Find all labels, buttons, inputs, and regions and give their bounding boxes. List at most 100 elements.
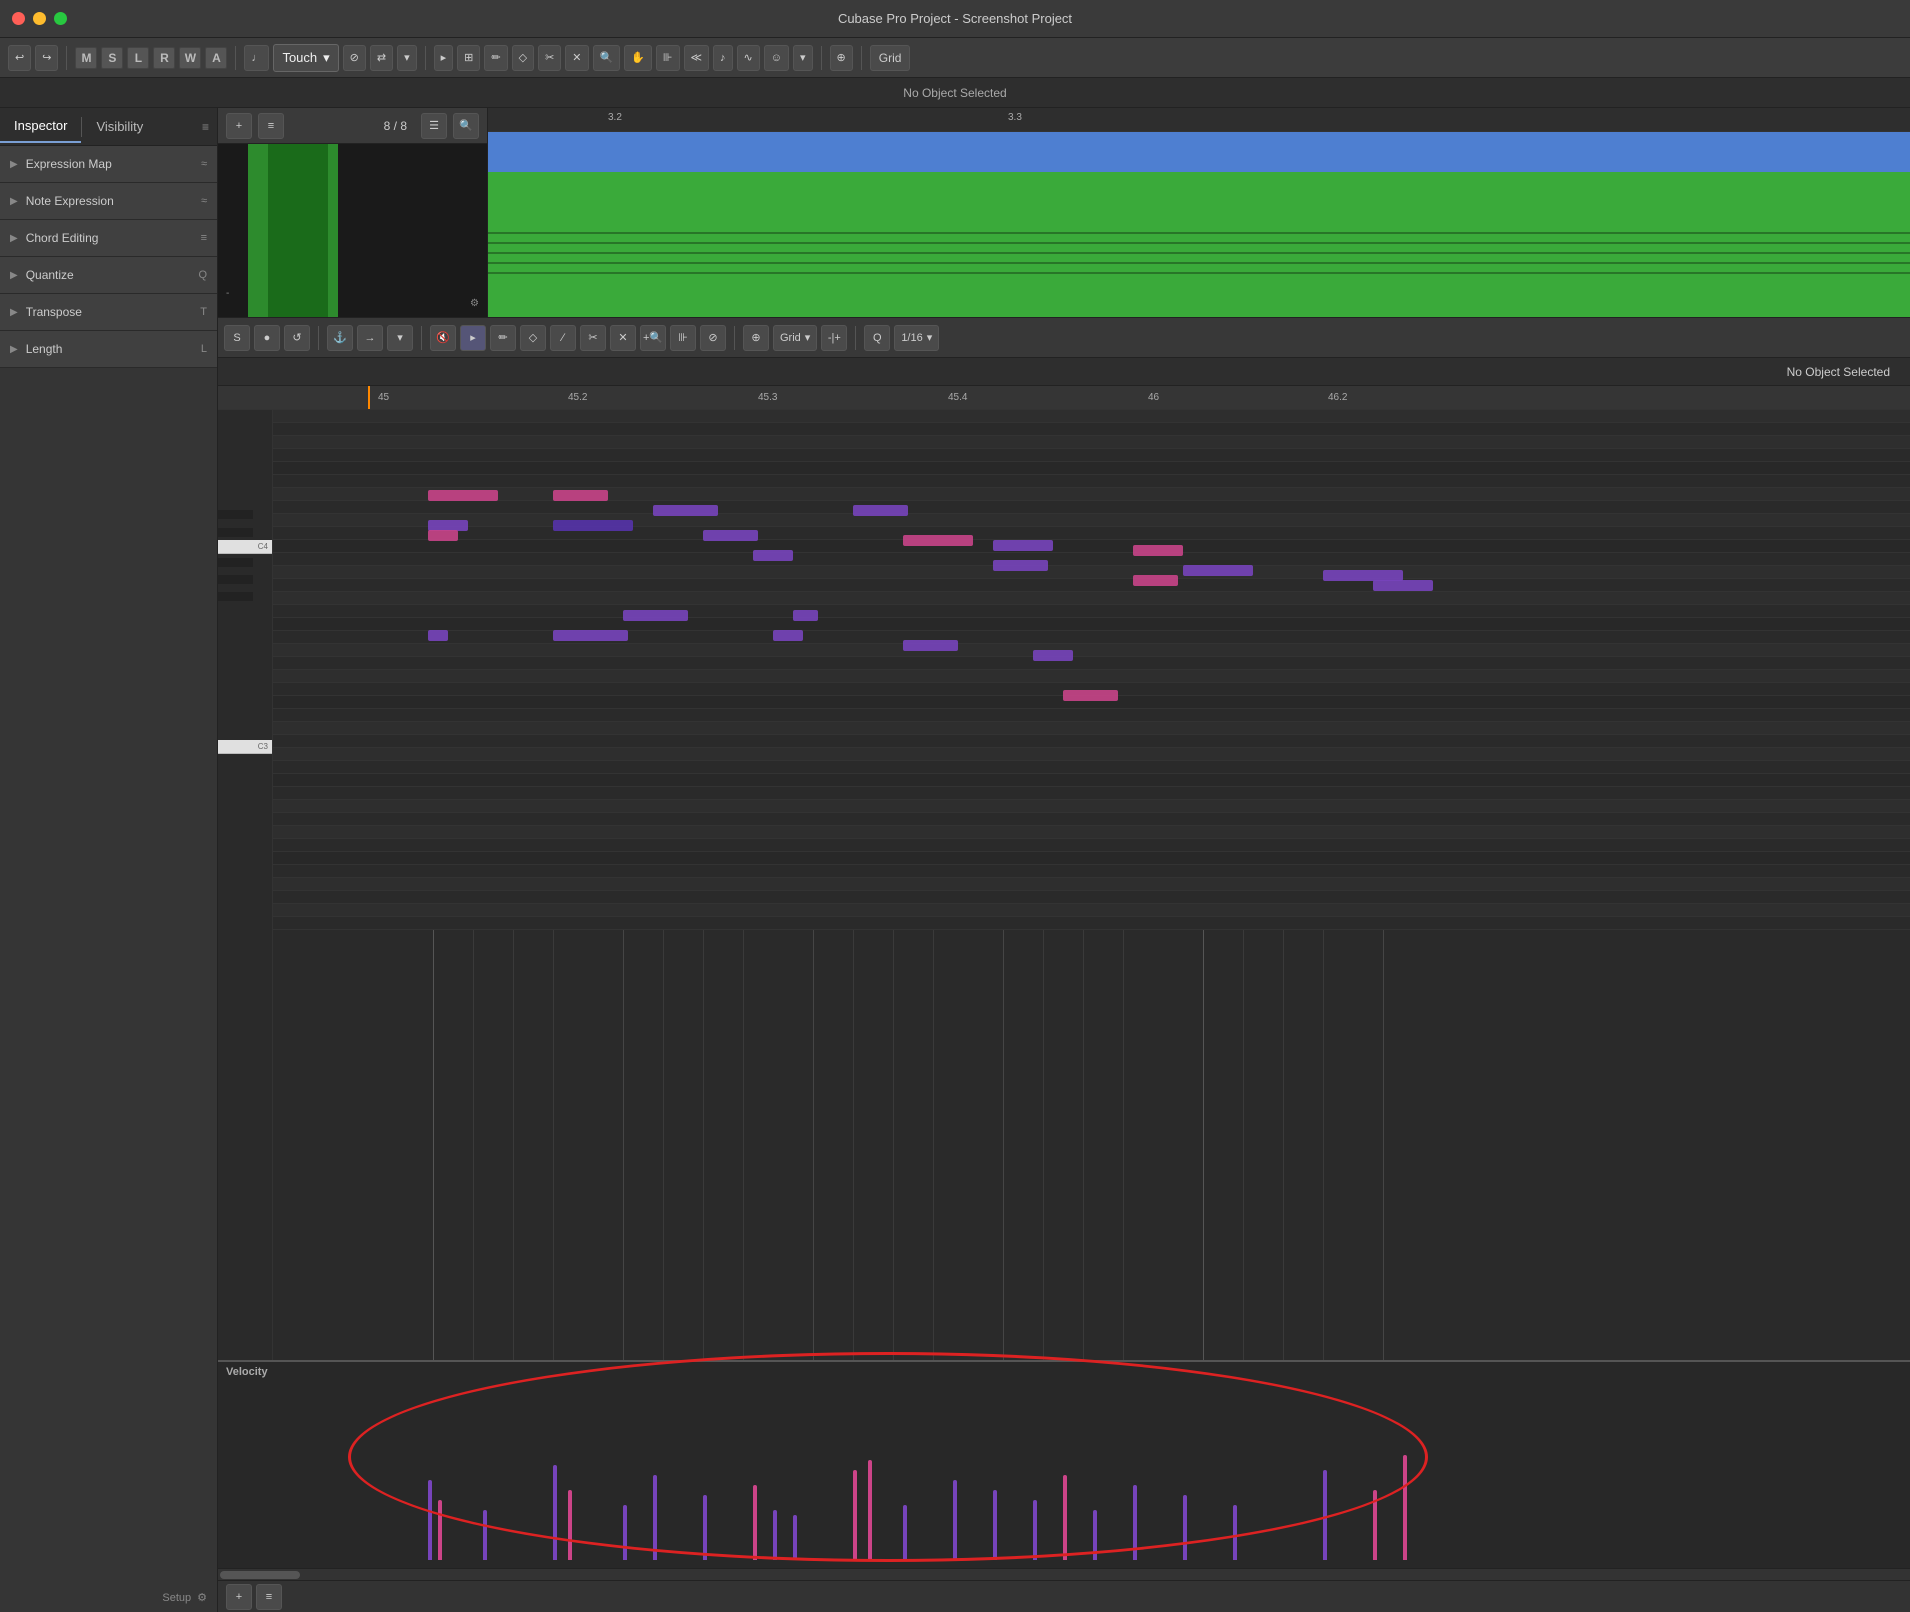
note-1[interactable] (553, 490, 608, 501)
inspector-tab[interactable]: Inspector (0, 110, 81, 143)
solo-button[interactable]: S (224, 325, 250, 351)
redo-button[interactable]: ↪ (35, 45, 58, 71)
range-tool[interactable]: ⊞ (457, 45, 480, 71)
edit-button[interactable]: ≡ (258, 113, 284, 139)
settings-bottom[interactable]: ≡ (256, 1584, 282, 1610)
chord-editing-header[interactable]: ▶ Chord Editing ≡ (0, 220, 217, 256)
visibility-tab[interactable]: Visibility (82, 111, 157, 142)
note-22[interactable] (903, 640, 958, 651)
glue-tool[interactable]: ✕ (565, 45, 588, 71)
zoom-tool[interactable]: 🔍 (593, 45, 621, 71)
snap-pr[interactable]: ⊕ (743, 325, 769, 351)
cut-tool[interactable]: ✂ (538, 45, 561, 71)
note-2[interactable] (653, 505, 718, 516)
m-button[interactable]: M (75, 47, 97, 69)
a-button[interactable]: A (205, 47, 227, 69)
velocity-section: Velocity (218, 1360, 1910, 1580)
grid-dropdown[interactable]: Grid (870, 45, 911, 71)
waveform-tool[interactable]: ∿ (737, 45, 760, 71)
face-dropdown[interactable]: ▾ (793, 45, 813, 71)
note-6[interactable] (428, 530, 458, 541)
maximize-button[interactable] (54, 12, 67, 25)
touch-dropdown[interactable]: Touch ▾ (273, 44, 338, 72)
note-20[interactable] (553, 630, 628, 641)
note-11[interactable] (753, 550, 793, 561)
minimize-button[interactable] (33, 12, 46, 25)
note-9[interactable] (993, 540, 1053, 551)
note-8[interactable] (903, 535, 973, 546)
cycle-button[interactable]: ↺ (284, 325, 310, 351)
velocity-scrollbar[interactable] (218, 1568, 1910, 1580)
grid-dropdown-pr[interactable]: Grid ▾ (773, 325, 817, 351)
note-18[interactable] (793, 610, 818, 621)
metronome-icon[interactable]: ♩ (244, 45, 269, 71)
note-7[interactable] (703, 530, 758, 541)
note-15[interactable] (1133, 575, 1178, 586)
sync-button[interactable]: ⇄ (370, 45, 393, 71)
nudge-button[interactable]: → (357, 325, 383, 351)
split-pr[interactable]: ⊪ (670, 325, 696, 351)
search-button[interactable]: 🔍 (453, 113, 479, 139)
list-view-button[interactable]: ☰ (421, 113, 447, 139)
note-17[interactable] (623, 610, 688, 621)
window-controls[interactable] (12, 12, 67, 25)
right-area: + ≡ 8 / 8 ☰ 🔍 - ⚙ 3.2 3.3 (218, 108, 1910, 1612)
record-button[interactable]: ● (254, 325, 280, 351)
loop-button[interactable]: ⊘ (343, 45, 366, 71)
velocity-scrollbar-thumb[interactable] (220, 1571, 300, 1579)
undo-button[interactable]: ↩ (8, 45, 31, 71)
more-tools[interactable]: ≪ (684, 45, 710, 71)
quantize-dropdown-pr[interactable]: 1/16 ▾ (894, 325, 939, 351)
w-button[interactable]: W (179, 47, 201, 69)
add-button-bottom[interactable]: + (226, 1584, 252, 1610)
scroll-minus[interactable]: - (226, 288, 229, 299)
note-24[interactable] (1063, 690, 1118, 701)
note-13[interactable] (1183, 565, 1253, 576)
line-tool-pr[interactable]: ∕ (550, 325, 576, 351)
note-3[interactable] (853, 505, 908, 516)
length-header[interactable]: ▶ Length L (0, 331, 217, 367)
setup-icon[interactable]: ⚙ (197, 1591, 207, 1604)
hand-tool[interactable]: ✋ (624, 45, 652, 71)
sync-arrow[interactable]: ▾ (397, 45, 417, 71)
face-tool[interactable]: ☺ (764, 45, 789, 71)
note-16[interactable] (1373, 580, 1433, 591)
paint-pr[interactable]: ⊘ (700, 325, 726, 351)
quantize-header[interactable]: ▶ Quantize Q (0, 257, 217, 293)
note-21[interactable] (773, 630, 803, 641)
l-button[interactable]: L (127, 47, 149, 69)
inspector-menu-icon[interactable]: ≡ (202, 120, 209, 134)
transpose-header[interactable]: ▶ Transpose T (0, 294, 217, 330)
settings-icon[interactable]: ⚙ (470, 298, 479, 309)
pencil-tool-pr[interactable]: ✏ (490, 325, 516, 351)
mute-button[interactable]: 🔇 (430, 325, 456, 351)
r-button[interactable]: R (153, 47, 175, 69)
erase-tool[interactable]: ◇ (512, 45, 534, 71)
split-tool[interactable]: ⊪ (656, 45, 680, 71)
link-button[interactable]: ⚓ (327, 325, 353, 351)
zoom-minus-pr[interactable]: -|+ (821, 325, 847, 351)
expression-map-header[interactable]: ▶ Expression Map ≈ (0, 146, 217, 182)
cut-tool-pr[interactable]: ✂ (580, 325, 606, 351)
select-tool-pr[interactable]: ▸ (460, 325, 486, 351)
note-expression-header[interactable]: ▶ Note Expression ≈ (0, 183, 217, 219)
grid-label-pr: Grid (780, 332, 801, 344)
note-0[interactable] (428, 490, 498, 501)
note-5[interactable] (553, 520, 633, 531)
s-button[interactable]: S (101, 47, 123, 69)
close-button[interactable] (12, 12, 25, 25)
note-12[interactable] (993, 560, 1048, 571)
erase-tool-pr[interactable]: ◇ (520, 325, 546, 351)
nudge-dropdown[interactable]: ▾ (387, 325, 413, 351)
snap-icon[interactable]: ⊕ (830, 45, 853, 71)
add-track-button[interactable]: + (226, 113, 252, 139)
velocity-bar-2 (483, 1510, 487, 1560)
pencil-tool[interactable]: ✏ (484, 45, 507, 71)
select-tool[interactable]: ▸ (434, 45, 454, 71)
speaker-tool[interactable]: ♪ (713, 45, 733, 71)
note-23[interactable] (1033, 650, 1073, 661)
glue-tool-pr[interactable]: ✕ (610, 325, 636, 351)
note-19[interactable] (428, 630, 448, 641)
zoom-in-pr[interactable]: +🔍 (640, 325, 666, 351)
note-10[interactable] (1133, 545, 1183, 556)
